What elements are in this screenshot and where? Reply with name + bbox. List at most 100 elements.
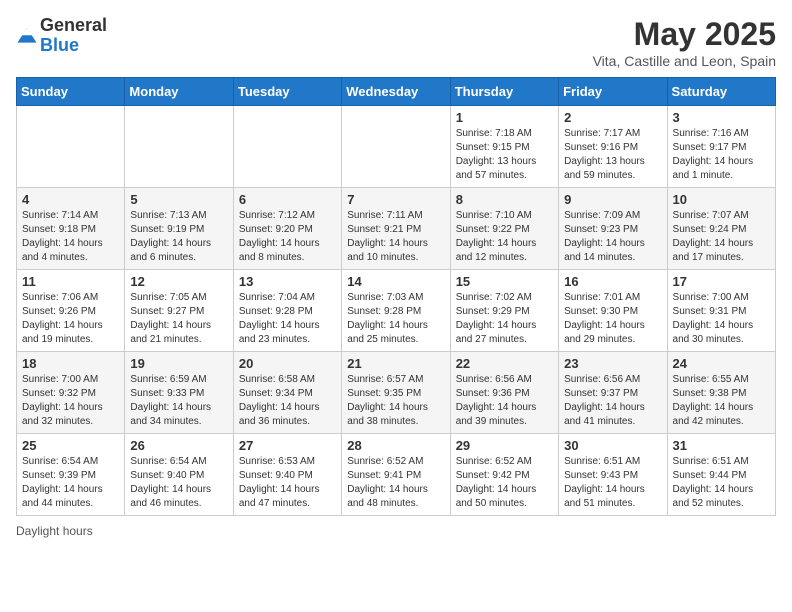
calendar-day-header: Monday: [125, 78, 233, 106]
calendar-day-cell: [17, 106, 125, 188]
calendar-day-cell: 3 Sunrise: 7:16 AM Sunset: 9:17 PM Daylig…: [667, 106, 775, 188]
day-number: 29: [456, 438, 553, 453]
logo-general-text: General: [40, 16, 107, 36]
day-info: Sunrise: 7:04 AM Sunset: 9:28 PM Dayligh…: [239, 291, 336, 347]
calendar-day-header: Saturday: [667, 78, 775, 106]
day-info: Sunrise: 7:00 AM Sunset: 9:31 PM Dayligh…: [673, 291, 770, 347]
calendar-day-cell: 25 Sunrise: 6:54 AM Sunset: 9:39 PM Dayli…: [17, 434, 125, 516]
day-number: 24: [673, 356, 770, 371]
day-number: 19: [130, 356, 227, 371]
calendar-week-row: 25 Sunrise: 6:54 AM Sunset: 9:39 PM Dayli…: [17, 434, 776, 516]
calendar-day-cell: 5 Sunrise: 7:13 AM Sunset: 9:19 PM Daylig…: [125, 188, 233, 270]
day-number: 4: [22, 192, 119, 207]
day-info: Sunrise: 7:06 AM Sunset: 9:26 PM Dayligh…: [22, 291, 119, 347]
day-info: Sunrise: 6:56 AM Sunset: 9:37 PM Dayligh…: [564, 373, 661, 429]
calendar-day-cell: 18Sunrise: 7:00 AM Sunset: 9:32 PM Dayli…: [17, 352, 125, 434]
day-number: 11: [22, 274, 119, 289]
calendar-day-cell: 16 Sunrise: 7:01 AM Sunset: 9:30 PM Dayli…: [559, 270, 667, 352]
calendar-day-cell: 23Sunrise: 6:56 AM Sunset: 9:37 PM Dayli…: [559, 352, 667, 434]
calendar-day-cell: [342, 106, 450, 188]
day-info: Sunrise: 6:54 AM Sunset: 9:40 PM Dayligh…: [130, 455, 227, 511]
calendar-header-row: SundayMondayTuesdayWednesdayThursdayFrid…: [17, 78, 776, 106]
day-info: Sunrise: 6:54 AM Sunset: 9:39 PM Dayligh…: [22, 455, 119, 511]
calendar-day-header: Wednesday: [342, 78, 450, 106]
calendar-day-cell: 30Sunrise: 6:51 AM Sunset: 9:43 PM Dayli…: [559, 434, 667, 516]
calendar-day-cell: 7 Sunrise: 7:11 AM Sunset: 9:21 PM Daylig…: [342, 188, 450, 270]
day-info: Sunrise: 7:18 AM Sunset: 9:15 PM Dayligh…: [456, 127, 553, 183]
day-info: Sunrise: 7:02 AM Sunset: 9:29 PM Dayligh…: [456, 291, 553, 347]
calendar-day-header: Tuesday: [233, 78, 341, 106]
day-number: 31: [673, 438, 770, 453]
day-number: 7: [347, 192, 444, 207]
calendar-day-cell: 20 Sunrise: 6:58 AM Sunset: 9:34 PM Dayli…: [233, 352, 341, 434]
calendar-day-cell: 28Sunrise: 6:52 AM Sunset: 9:41 PM Dayli…: [342, 434, 450, 516]
calendar-day-cell: 10Sunrise: 7:07 AM Sunset: 9:24 PM Dayli…: [667, 188, 775, 270]
day-info: Sunrise: 6:51 AM Sunset: 9:44 PM Dayligh…: [673, 455, 770, 511]
calendar-day-header: Thursday: [450, 78, 558, 106]
day-info: Sunrise: 7:07 AM Sunset: 9:24 PM Dayligh…: [673, 209, 770, 265]
footer-text: Daylight hours: [16, 524, 776, 538]
calendar-day-cell: 29 Sunrise: 6:52 AM Sunset: 9:42 PM Dayli…: [450, 434, 558, 516]
page-header: General Blue May 2025 Vita, Castille and…: [16, 16, 776, 69]
calendar-table: SundayMondayTuesdayWednesdayThursdayFrid…: [16, 77, 776, 516]
day-number: 5: [130, 192, 227, 207]
calendar-week-row: 11 Sunrise: 7:06 AM Sunset: 9:26 PM Dayli…: [17, 270, 776, 352]
logo: General Blue: [16, 16, 107, 56]
calendar-day-cell: 26Sunrise: 6:54 AM Sunset: 9:40 PM Dayli…: [125, 434, 233, 516]
day-info: Sunrise: 7:01 AM Sunset: 9:30 PM Dayligh…: [564, 291, 661, 347]
calendar-day-header: Friday: [559, 78, 667, 106]
day-number: 25: [22, 438, 119, 453]
day-number: 9: [564, 192, 661, 207]
day-info: Sunrise: 6:56 AM Sunset: 9:36 PM Dayligh…: [456, 373, 553, 429]
calendar-day-cell: 22 Sunrise: 6:56 AM Sunset: 9:36 PM Dayli…: [450, 352, 558, 434]
calendar-day-cell: 19 Sunrise: 6:59 AM Sunset: 9:33 PM Dayli…: [125, 352, 233, 434]
calendar-day-cell: 2Sunrise: 7:17 AM Sunset: 9:16 PM Daylig…: [559, 106, 667, 188]
calendar-day-cell: 1Sunrise: 7:18 AM Sunset: 9:15 PM Daylig…: [450, 106, 558, 188]
day-info: Sunrise: 7:13 AM Sunset: 9:19 PM Dayligh…: [130, 209, 227, 265]
day-info: Sunrise: 7:10 AM Sunset: 9:22 PM Dayligh…: [456, 209, 553, 265]
location-subtitle: Vita, Castille and Leon, Spain: [593, 53, 776, 69]
calendar-day-header: Sunday: [17, 78, 125, 106]
calendar-day-cell: [125, 106, 233, 188]
day-info: Sunrise: 7:14 AM Sunset: 9:18 PM Dayligh…: [22, 209, 119, 265]
calendar-day-cell: 4 Sunrise: 7:14 AM Sunset: 9:18 PM Daylig…: [17, 188, 125, 270]
day-info: Sunrise: 6:58 AM Sunset: 9:34 PM Dayligh…: [239, 373, 336, 429]
calendar-day-cell: 17 Sunrise: 7:00 AM Sunset: 9:31 PM Dayli…: [667, 270, 775, 352]
calendar-day-cell: 12 Sunrise: 7:05 AM Sunset: 9:27 PM Dayli…: [125, 270, 233, 352]
calendar-week-row: 1Sunrise: 7:18 AM Sunset: 9:15 PM Daylig…: [17, 106, 776, 188]
day-info: Sunrise: 7:12 AM Sunset: 9:20 PM Dayligh…: [239, 209, 336, 265]
day-info: Sunrise: 7:16 AM Sunset: 9:17 PM Dayligh…: [673, 127, 770, 183]
calendar-day-cell: 6 Sunrise: 7:12 AM Sunset: 9:20 PM Daylig…: [233, 188, 341, 270]
day-number: 16: [564, 274, 661, 289]
day-number: 14: [347, 274, 444, 289]
day-number: 13: [239, 274, 336, 289]
day-info: Sunrise: 7:03 AM Sunset: 9:28 PM Dayligh…: [347, 291, 444, 347]
day-number: 21: [347, 356, 444, 371]
day-number: 15: [456, 274, 553, 289]
day-number: 8: [456, 192, 553, 207]
day-number: 6: [239, 192, 336, 207]
calendar-week-row: 4 Sunrise: 7:14 AM Sunset: 9:18 PM Daylig…: [17, 188, 776, 270]
day-info: Sunrise: 6:51 AM Sunset: 9:43 PM Dayligh…: [564, 455, 661, 511]
day-info: Sunrise: 6:57 AM Sunset: 9:35 PM Dayligh…: [347, 373, 444, 429]
day-info: Sunrise: 6:55 AM Sunset: 9:38 PM Dayligh…: [673, 373, 770, 429]
calendar-day-cell: 31 Sunrise: 6:51 AM Sunset: 9:44 PM Dayli…: [667, 434, 775, 516]
calendar-day-cell: 13 Sunrise: 7:04 AM Sunset: 9:28 PM Dayli…: [233, 270, 341, 352]
day-info: Sunrise: 7:11 AM Sunset: 9:21 PM Dayligh…: [347, 209, 444, 265]
day-number: 2: [564, 110, 661, 125]
day-number: 27: [239, 438, 336, 453]
month-title: May 2025: [593, 16, 776, 53]
day-number: 3: [673, 110, 770, 125]
calendar-week-row: 18Sunrise: 7:00 AM Sunset: 9:32 PM Dayli…: [17, 352, 776, 434]
day-number: 20: [239, 356, 336, 371]
day-info: Sunrise: 7:05 AM Sunset: 9:27 PM Dayligh…: [130, 291, 227, 347]
calendar-day-cell: 8 Sunrise: 7:10 AM Sunset: 9:22 PM Daylig…: [450, 188, 558, 270]
calendar-day-cell: 24 Sunrise: 6:55 AM Sunset: 9:38 PM Dayli…: [667, 352, 775, 434]
day-number: 12: [130, 274, 227, 289]
day-info: Sunrise: 6:59 AM Sunset: 9:33 PM Dayligh…: [130, 373, 227, 429]
day-number: 22: [456, 356, 553, 371]
day-number: 17: [673, 274, 770, 289]
day-info: Sunrise: 6:52 AM Sunset: 9:42 PM Dayligh…: [456, 455, 553, 511]
calendar-day-cell: 11 Sunrise: 7:06 AM Sunset: 9:26 PM Dayli…: [17, 270, 125, 352]
day-info: Sunrise: 7:09 AM Sunset: 9:23 PM Dayligh…: [564, 209, 661, 265]
